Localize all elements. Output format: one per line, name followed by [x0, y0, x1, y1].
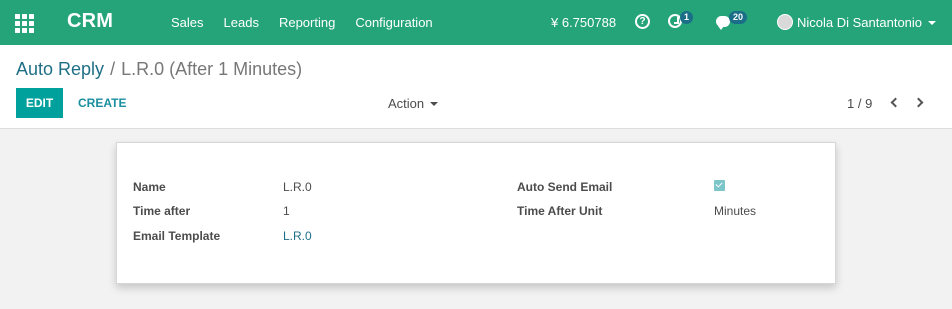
chevron-right-icon[interactable] [913, 97, 925, 109]
chevron-left-icon[interactable] [889, 97, 901, 109]
field-label-auto-send-email: Auto Send Email [517, 180, 613, 194]
form-sheet: Name L.R.0 Time after 1 Email Template L… [116, 142, 836, 284]
control-panel: Auto Reply / L.R.0 (After 1 Minutes) EDIT … [0, 45, 952, 129]
action-dropdown[interactable]: Action [388, 96, 439, 111]
breadcrumb-parent[interactable]: Auto Reply [16, 59, 104, 79]
main-menu: Sales Leads Reporting Configuration [171, 15, 453, 30]
breadcrumb-separator: / [110, 59, 116, 79]
field-label-name: Name [133, 180, 166, 194]
breadcrumb-current: L.R.0 (After 1 Minutes) [121, 59, 303, 79]
activity-count-badge: 1 [680, 11, 694, 24]
menu-item-leads[interactable]: Leads [224, 15, 259, 30]
user-menu[interactable]: Nicola Di Santantonio [797, 15, 922, 30]
field-value-email-template[interactable]: L.R.0 [283, 229, 312, 243]
action-label: Action [388, 96, 425, 111]
apps-menu-icon[interactable] [15, 14, 34, 33]
edit-button[interactable]: EDIT [16, 88, 63, 118]
app-brand: CRM [67, 10, 114, 32]
auto-send-email-checkbox [714, 180, 725, 191]
message-count-badge: 20 [729, 11, 748, 24]
field-value-name: L.R.0 [283, 180, 312, 194]
menu-item-reporting[interactable]: Reporting [279, 15, 335, 30]
chevron-down-icon[interactable] [928, 21, 936, 25]
chat-icon[interactable] [716, 16, 730, 30]
top-navbar: CRM Sales Leads Reporting Configuration … [0, 0, 952, 45]
pager-value[interactable]: 1 / 9 [847, 96, 872, 111]
menu-item-configuration[interactable]: Configuration [355, 15, 432, 30]
field-label-email-template: Email Template [133, 229, 221, 243]
help-icon[interactable]: ? [635, 14, 650, 29]
breadcrumb: Auto Reply / L.R.0 (After 1 Minutes) [16, 59, 302, 80]
field-value-time-after: 1 [283, 204, 290, 218]
field-label-time-after-unit: Time After Unit [517, 204, 603, 218]
caret-down-icon [430, 102, 439, 106]
create-button[interactable]: CREATE [70, 88, 134, 118]
currency-rate[interactable]: ¥ 6.750788 [551, 15, 616, 30]
menu-item-sales[interactable]: Sales [171, 15, 204, 30]
field-label-time-after: Time after [133, 204, 191, 218]
field-value-time-after-unit: Minutes [714, 204, 757, 218]
avatar[interactable] [777, 14, 793, 30]
